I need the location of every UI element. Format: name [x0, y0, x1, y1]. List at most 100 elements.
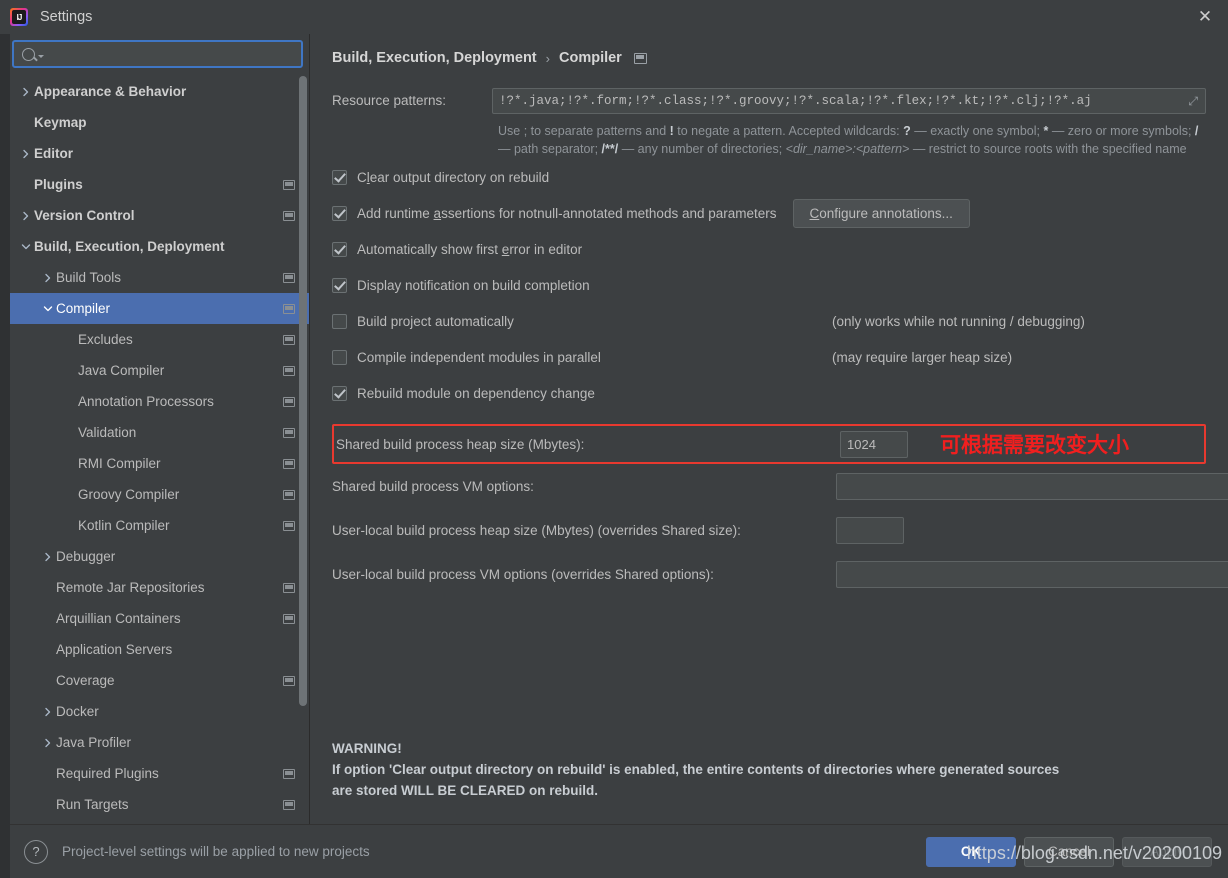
checkbox-build-project-automatically[interactable]	[332, 313, 347, 329]
chevron-down-icon[interactable]	[40, 304, 56, 314]
checkbox-row-compile-independent-modules-in-parallel: Compile independent modules in parallel (…	[332, 340, 1206, 374]
checkbox-rebuild-module-on-dependency-change[interactable]	[332, 385, 347, 401]
shared-heap-size-input[interactable]	[840, 430, 908, 458]
label-part: Compile independent modules in parallel	[357, 349, 601, 365]
sidebar-item-coverage[interactable]: Coverage	[10, 665, 309, 696]
sidebar-item-debugger[interactable]: Debugger	[10, 541, 309, 572]
sidebar-item-annotation-processors[interactable]: Annotation Processors	[10, 386, 309, 417]
chevron-right-icon[interactable]	[18, 87, 34, 97]
copy-settings-path-icon[interactable]	[283, 489, 295, 500]
chevron-right-icon[interactable]	[18, 211, 34, 221]
help-icon[interactable]: ?	[24, 839, 48, 864]
checkbox-label[interactable]: Automatically show first error in editor	[357, 242, 582, 257]
checkbox-automatically-show-first-error-in-editor[interactable]	[332, 241, 347, 257]
breadcrumb-root[interactable]: Build, Execution, Deployment	[332, 50, 537, 66]
resource-patterns-field[interactable]: !?*.java;!?*.form;!?*.class;!?*.groovy;!…	[492, 88, 1206, 114]
expand-icon[interactable]: ⤢	[1188, 95, 1198, 107]
copy-settings-path-icon[interactable]	[283, 334, 295, 345]
copy-settings-path-icon[interactable]	[283, 210, 295, 221]
sidebar-item-docker[interactable]: Docker	[10, 696, 309, 727]
copy-settings-path-icon[interactable]	[283, 179, 295, 190]
checkbox-add-runtime-assertions-for-notnull-annot[interactable]	[332, 205, 347, 221]
copy-settings-path-icon[interactable]	[283, 272, 295, 283]
checkbox-compile-independent-modules-in-parallel[interactable]	[332, 349, 347, 365]
settings-content: Build, Execution, Deployment › Compiler …	[310, 34, 1228, 824]
search-box[interactable]	[12, 40, 303, 68]
copy-settings-path-icon[interactable]	[283, 520, 295, 531]
sidebar-item-label: Plugins	[34, 177, 83, 192]
field-label: User-local build process heap size (Mbyt…	[332, 522, 741, 538]
sidebar-scrollbar-thumb[interactable]	[299, 76, 307, 706]
checkbox-label[interactable]: Compile independent modules in parallel	[357, 350, 601, 365]
sidebar-item-build-tools[interactable]: Build Tools	[10, 262, 309, 293]
hint-part: — zero or more symbols;	[1048, 124, 1195, 138]
sidebar-item-compiler[interactable]: Compiler	[10, 293, 309, 324]
copy-settings-path-icon[interactable]	[283, 613, 295, 624]
sidebar-item-kotlin-compiler[interactable]: Kotlin Compiler	[10, 510, 309, 541]
checkbox-clear-output-directory-on-rebuild[interactable]	[332, 169, 347, 185]
field-label: Shared build process VM options:	[332, 478, 534, 494]
input-shared-build-process-vm-options[interactable]	[836, 472, 1228, 500]
copy-settings-path-icon[interactable]	[283, 582, 295, 593]
sidebar-item-rmi-compiler[interactable]: RMI Compiler	[10, 448, 309, 479]
window-title: Settings	[40, 9, 93, 25]
title-bar: Settings ✕	[0, 0, 1228, 34]
sidebar-item-label: Arquillian Containers	[56, 611, 181, 626]
apply-button[interactable]: Apply	[1122, 836, 1212, 867]
checkbox-display-notification-on-build-completion[interactable]	[332, 277, 347, 293]
chevron-right-icon[interactable]	[18, 149, 34, 159]
sidebar-item-plugins[interactable]: Plugins	[10, 169, 309, 200]
sidebar-item-java-profiler[interactable]: Java Profiler	[10, 727, 309, 758]
sidebar-item-build-execution-deployment[interactable]: Build, Execution, Deployment	[10, 231, 309, 262]
copy-settings-path-icon[interactable]	[283, 675, 295, 686]
input-user-local-build-process-heap-size-mbytes-ove[interactable]	[836, 516, 904, 544]
breadcrumb-leaf: Compiler	[558, 50, 622, 66]
copy-settings-path-icon[interactable]	[283, 427, 295, 438]
search-icon	[22, 47, 35, 61]
checkbox-label[interactable]: Clear output directory on rebuild	[357, 170, 549, 185]
chevron-right-icon[interactable]	[40, 707, 56, 717]
label-part: Add runtime	[357, 205, 434, 221]
sidebar-item-required-plugins[interactable]: Required Plugins	[10, 758, 309, 789]
checkbox-hint: (may require larger heap size)	[832, 349, 1013, 365]
chevron-down-icon[interactable]	[18, 242, 34, 252]
checkbox-label[interactable]: Display notification on build completion	[357, 278, 590, 293]
sidebar-item-label: Appearance & Behavior	[34, 84, 187, 99]
sidebar-item-remote-jar-repositories[interactable]: Remote Jar Repositories	[10, 572, 309, 603]
configure-annotations-button[interactable]: Configure annotations...	[792, 198, 970, 228]
copy-settings-path-icon[interactable]	[633, 52, 647, 64]
sidebar-item-editor[interactable]: Editor	[10, 138, 309, 169]
checkbox-label[interactable]: Build project automatically	[357, 314, 514, 329]
sidebar-scrollbar[interactable]	[299, 76, 307, 812]
close-icon[interactable]: ✕	[1182, 0, 1228, 34]
chevron-right-icon[interactable]	[40, 738, 56, 748]
checkbox-label[interactable]: Rebuild module on dependency change	[357, 386, 595, 401]
checkbox-label[interactable]: Add runtime assertions for notnull-annot…	[357, 206, 777, 221]
hint-part: — restrict to source roots with the spec…	[909, 142, 1187, 157]
sidebar-item-application-servers[interactable]: Application Servers	[10, 634, 309, 665]
input-user-local-build-process-vm-options-overrides[interactable]	[836, 560, 1228, 588]
sidebar-item-version-control[interactable]: Version Control	[10, 200, 309, 231]
resource-patterns-label: Resource patterns:	[332, 93, 447, 108]
sidebar-item-java-compiler[interactable]: Java Compiler	[10, 355, 309, 386]
sidebar-item-run-targets[interactable]: Run Targets	[10, 789, 309, 812]
sidebar-item-keymap[interactable]: Keymap	[10, 107, 309, 138]
copy-settings-path-icon[interactable]	[283, 365, 295, 376]
cancel-button[interactable]: Cancel	[1024, 836, 1114, 867]
sidebar-item-arquillian-containers[interactable]: Arquillian Containers	[10, 603, 309, 634]
sidebar-item-groovy-compiler[interactable]: Groovy Compiler	[10, 479, 309, 510]
sidebar-item-excludes[interactable]: Excludes	[10, 324, 309, 355]
copy-settings-path-icon[interactable]	[283, 458, 295, 469]
chevron-right-icon[interactable]	[40, 552, 56, 562]
sidebar-item-appearance-behavior[interactable]: Appearance & Behavior	[10, 76, 309, 107]
checkbox-row-rebuild-module-on-dependency-change: Rebuild module on dependency change	[332, 376, 1206, 410]
copy-settings-path-icon[interactable]	[283, 768, 295, 779]
ok-button[interactable]: OK	[926, 836, 1016, 867]
copy-settings-path-icon[interactable]	[283, 303, 295, 314]
copy-settings-path-icon[interactable]	[283, 799, 295, 810]
search-input[interactable]	[50, 46, 293, 62]
chevron-right-icon[interactable]	[40, 273, 56, 283]
sidebar-item-validation[interactable]: Validation	[10, 417, 309, 448]
copy-settings-path-icon[interactable]	[283, 396, 295, 407]
button-mnemonic: C	[809, 205, 820, 221]
